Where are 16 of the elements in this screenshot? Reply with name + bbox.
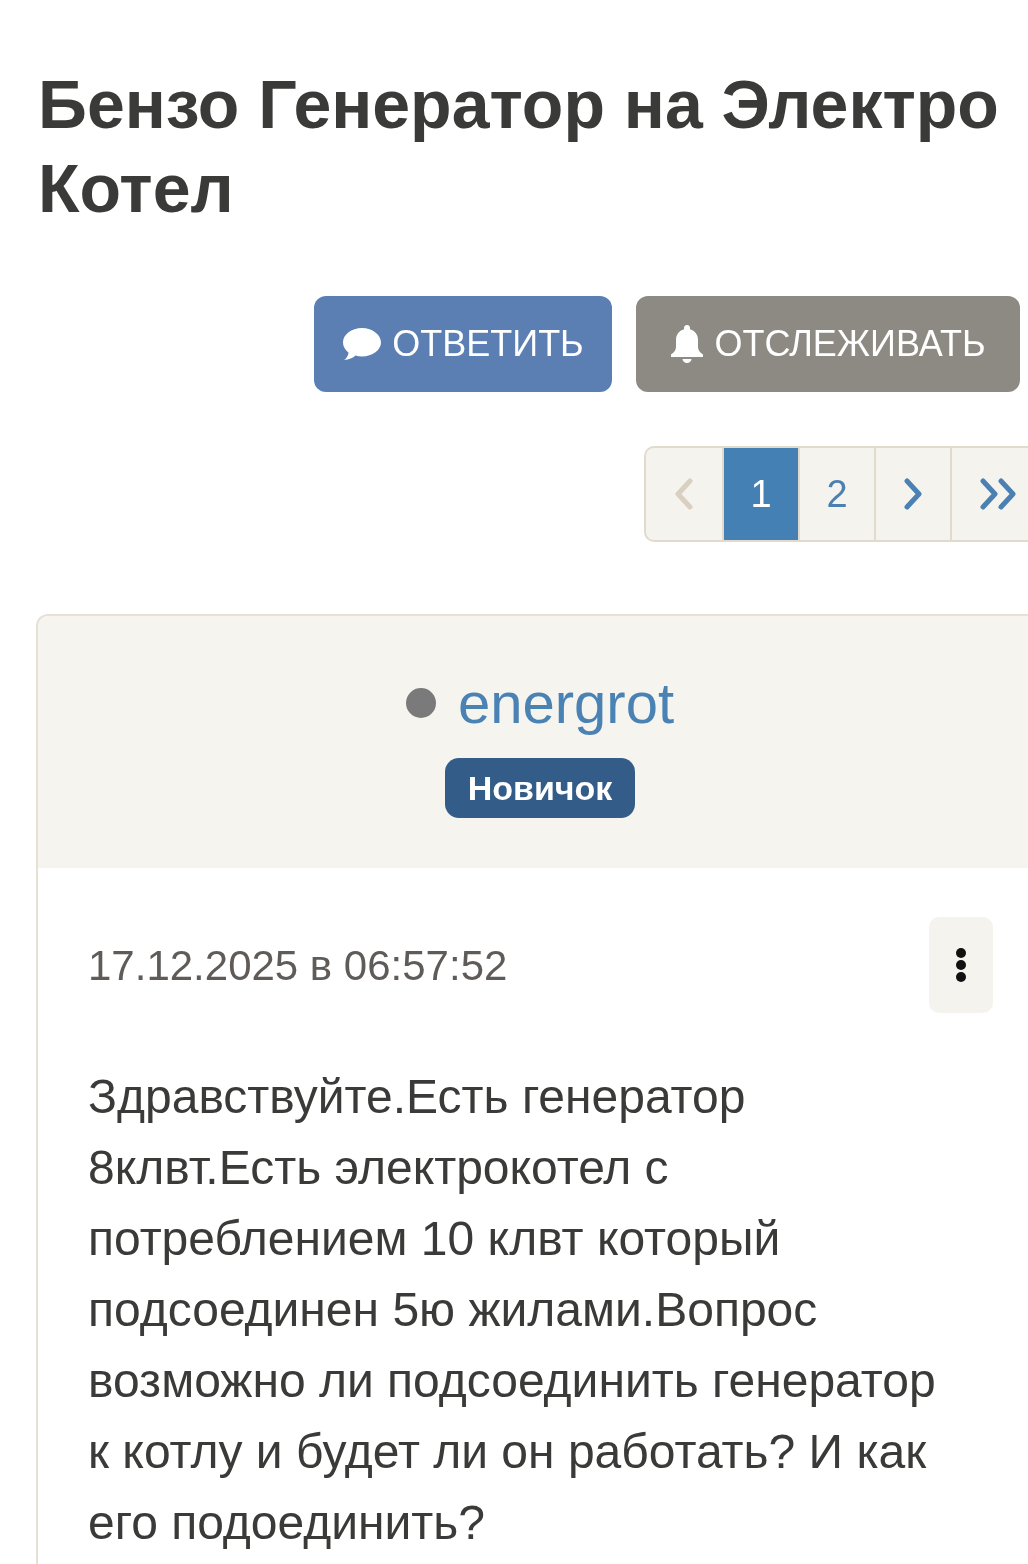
more-vertical-icon bbox=[955, 947, 967, 983]
reply-button[interactable]: ОТВЕТИТЬ bbox=[314, 296, 612, 392]
watch-button[interactable]: ОТСЛЕЖИВАТЬ bbox=[636, 296, 1020, 392]
page-number-button[interactable]: 2 bbox=[798, 448, 874, 540]
speech-bubble-icon bbox=[342, 327, 383, 361]
double-chevron-right-icon bbox=[980, 478, 1018, 510]
chevron-left-icon bbox=[675, 478, 693, 510]
username-link[interactable]: energrot bbox=[458, 670, 674, 736]
chevron-right-icon bbox=[904, 478, 922, 510]
user-rank-label: Новичок bbox=[444, 758, 636, 818]
post-date: 17.12.2025 в 06:57:52 bbox=[88, 940, 508, 991]
bell-icon bbox=[670, 325, 705, 363]
post-menu-button[interactable] bbox=[929, 917, 993, 1013]
post-text: Здравствуйте.Есть генератор 8клвт.Есть электрокотел с потреблением 10 клвт который подсоединен 5ю жилами.Вопрос возможно ли подсоединить генератор к котлу и будет ли он работать? И как его подоединить? bbox=[88, 1069, 937, 1551]
page-number-button[interactable]: 1 bbox=[722, 448, 798, 540]
thread-title: Бензо Генератор на Электро Котел bbox=[38, 65, 1000, 228]
